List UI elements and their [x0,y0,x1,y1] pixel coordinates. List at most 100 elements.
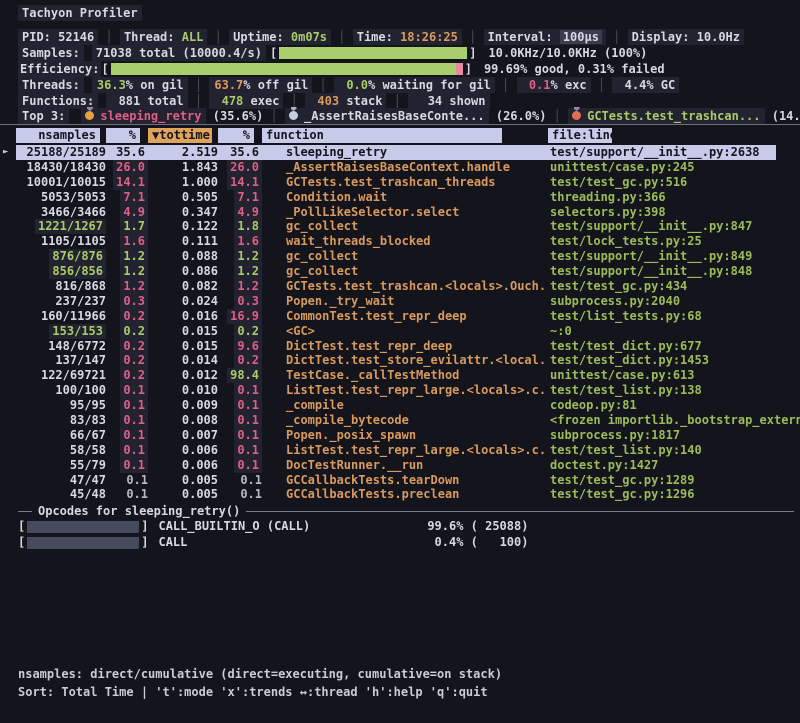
cell-tottime: 0.016 [148,309,218,324]
percent-direct-value: 1.7 [120,219,148,234]
percent-cumulative-value: 16.9 [227,309,262,324]
cell-percent-direct: 0.2 [106,339,148,354]
cell-file-line: test/test_gc.py:1289 [548,473,800,488]
nsamples-value: 58/58 [70,443,106,457]
cell-function: DictTest.test_store_evilattr.<local... [262,353,548,368]
cell-percent-direct: 0.3 [106,294,148,309]
table-row[interactable]: 18430/1843026.01.84326.0_AssertRaisesBas… [0,160,800,175]
percent-cumulative-value: 98.4 [227,368,262,383]
cell-function: DictTest.test_repr_deep [262,339,548,354]
cell-nsamples: 1105/1105 [16,234,106,249]
nsamples-value: 148/6772 [48,339,106,353]
cell-function: ListTest.test_repr_large.<locals>.c... [262,383,548,398]
table-row[interactable]: 45/480.10.0050.1GCCallbackTests.preclean… [0,487,800,502]
opcode-bar [27,537,139,549]
percent-cumulative-value: 14.1 [227,175,262,190]
table-row[interactable]: 58/580.10.0060.1ListTest.test_repr_large… [0,443,800,458]
functions-line: Functions:881 total │ 478 exec │ 403 sta… [18,94,490,109]
table-row[interactable]: 55/790.10.0060.1DocTestRunner.__rundocte… [0,458,800,473]
table-row[interactable]: 816/8681.20.0821.2GCTests.test_trashcan.… [0,279,800,294]
column-header-tottime-sorted[interactable]: ▼tottime [148,128,212,143]
status-value: 52146 [58,30,94,44]
table-row[interactable]: 122/697210.20.01298.4TestCase._callTestM… [0,368,800,383]
footer-legend: nsamples: direct/cumulative (direct=exec… [18,667,502,682]
status-segment: Uptime: 0m07s [229,29,331,45]
table-row[interactable]: 47/470.10.0050.1GCCallbackTests.tearDown… [0,473,800,488]
cell-percent-cumulative: 1.2 [218,279,262,294]
table-row[interactable]: 1105/11051.60.1111.6wait_threads_blocked… [0,234,800,249]
function-name: TestCase._callTestMethod [286,368,459,382]
status-label: Display: [632,30,697,44]
percent-direct-value: 0.1 [120,398,148,413]
table-row[interactable]: ►25188/2518935.62.51935.6sleeping_retryt… [0,145,800,160]
functions-segment: 881 total [106,93,187,109]
table-row[interactable]: 237/2370.30.0240.3Popen._try_waitsubproc… [0,294,800,309]
percent-direct-value: 0.1 [126,487,148,501]
separator-bar: │ [386,94,408,108]
thread-text: % waiting for gil [368,78,491,92]
cell-percent-cumulative: 0.3 [218,294,262,309]
separator-bar: │ [188,78,210,92]
top3-percent: (26.0%) [489,109,547,123]
cell-function: TestCase._callTestMethod [262,368,548,383]
nsamples-value: 3466/3466 [41,205,106,219]
nsamples-value: 153/153 [49,324,106,339]
function-name: sleeping_retry [286,145,387,159]
row-selection-marker [0,398,16,413]
thread-text: % on gil [126,78,184,92]
table-row[interactable]: 3466/34664.90.3474.9_PollLikeSelector.se… [0,205,800,220]
cell-tottime: 0.005 [148,473,218,488]
table-row[interactable]: 83/830.10.0080.1_compile_bytecode<frozen… [0,413,800,428]
file-line-value: test/support/__init__.py:848 [550,264,752,278]
table-row[interactable]: 10001/1001514.11.00014.1GCTests.test_tra… [0,175,800,190]
threads-segments: 36.3% on gil │ 63.7% off gil │ 0.0% wait… [92,78,679,92]
cell-percent-cumulative: 0.1 [218,443,262,458]
file-line-value: test/support/__init__.py:849 [550,249,752,263]
function-name: <GC> [286,324,315,338]
nsamples-value: 876/876 [49,249,106,264]
file-line-value: test/test_dict.py:677 [550,339,702,353]
table-row[interactable]: 137/1470.20.0140.2DictTest.test_store_ev… [0,353,800,368]
column-header-pct1[interactable]: % [106,128,140,143]
top3-item: _AssertRaisesBaseConte... [285,108,489,124]
table-row[interactable]: 95/950.10.0090.1_compilecodeop.py:81 [0,398,800,413]
column-header-file[interactable]: file:line [548,128,612,143]
function-name: GCCallbackTests.preclean [286,487,459,501]
cell-nsamples: 10001/10015 [16,175,106,190]
cell-tottime: 1.843 [148,160,218,175]
table-row[interactable]: 876/8761.20.0881.2gc_collecttest/support… [0,249,800,264]
table-row[interactable]: 100/1000.10.0100.1ListTest.test_repr_lar… [0,383,800,398]
column-header-pct2[interactable]: % [218,128,254,143]
tottime-value: 0.505 [182,190,218,204]
gold-medal-icon [85,111,94,120]
file-line-value: test/support/__init__.py:2638 [550,145,760,159]
table-row[interactable]: 148/67720.20.0159.6DictTest.test_repr_de… [0,339,800,354]
separator-bar: │ [98,30,120,44]
separator-bar: │ [331,30,353,44]
cell-file-line: ~:0 [548,324,800,339]
percent-direct-value: 26.0 [113,160,148,175]
table-row[interactable]: 1221/12671.70.1221.8gc_collecttest/suppo… [0,219,800,234]
table-row[interactable]: 66/670.10.0070.1Popen._posix_spawnsubpro… [0,428,800,443]
cell-percent-cumulative: 0.1 [218,428,262,443]
table-row[interactable]: 153/1530.20.0150.2<GC>~:0 [0,324,800,339]
column-header-function[interactable]: function [262,128,502,143]
cell-percent-direct: 0.1 [106,428,148,443]
column-header-nsamples[interactable]: nsamples [16,128,100,143]
separator-bar: │ [591,78,613,92]
percent-direct-value: 14.1 [113,175,148,190]
table-row[interactable]: 5053/50537.10.5057.1Condition.waitthread… [0,190,800,205]
cell-percent-cumulative: 0.2 [218,353,262,368]
cell-percent-direct: 0.1 [106,413,148,428]
table-row[interactable]: 856/8561.20.0861.2gc_collecttest/support… [0,264,800,279]
status-value: ALL [182,30,204,44]
thread-value: 0.1 [521,78,551,93]
status-label: Thread: [124,30,182,44]
function-name: DictTest.test_repr_deep [286,339,452,353]
tottime-value: 0.111 [182,234,218,248]
percent-direct-value: 0.2 [120,368,148,383]
top3-percent: (35.6%) [206,109,264,123]
row-selection-marker [0,368,16,383]
cell-function: DocTestRunner.__run [262,458,548,473]
table-row[interactable]: 160/119660.20.01616.9CommonTest.test_rep… [0,309,800,324]
